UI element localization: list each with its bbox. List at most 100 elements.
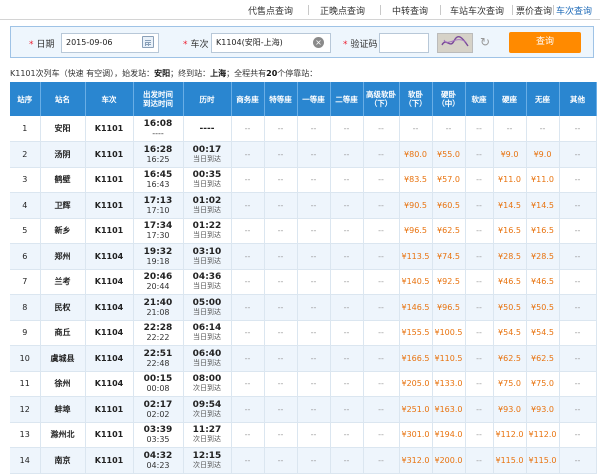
- seat-price: --: [264, 294, 298, 321]
- arrival-day: 当日到达: [193, 180, 221, 189]
- stop-seq: 10: [10, 345, 41, 372]
- stop-seq: 7: [10, 269, 41, 295]
- hard-sleeper-price: ¥194.0: [432, 422, 466, 448]
- summary-prefix: K1101次列车（快速 有空调），始发站：: [10, 69, 155, 78]
- hard-sleeper-price: --: [432, 116, 466, 142]
- train-number: K1104: [85, 294, 134, 321]
- captcha-image[interactable]: [437, 33, 473, 53]
- hard-sleeper-price: ¥62.5: [432, 218, 466, 244]
- seat-price: --: [231, 320, 265, 346]
- table-row: 11 徐州 K1104 00:15 00:08 08:00 次日到达 -- -- -- -- -- ¥2…: [10, 371, 597, 397]
- stop-seq: 6: [10, 243, 41, 270]
- arrival-time: 22:48: [146, 358, 170, 368]
- tab-station-train-query[interactable]: 车站车次查询: [450, 4, 504, 17]
- stop-seq: 4: [10, 192, 41, 219]
- duration: 05:00 当日到达: [183, 294, 232, 321]
- seat-price: --: [264, 116, 298, 142]
- other-price: --: [559, 269, 597, 295]
- standing-price: --: [526, 116, 560, 142]
- hard-sleeper-price: ¥96.5: [432, 294, 466, 321]
- refresh-icon[interactable]: ↻: [480, 35, 490, 49]
- arrival-time: 03:35: [146, 435, 170, 445]
- standing-price: ¥50.5: [526, 294, 560, 321]
- duration: 00:17 当日到达: [183, 141, 232, 168]
- duration: 08:00 次日到达: [183, 371, 232, 397]
- table-row: 8 民权 K1104 21:40 21:08 05:00 当日到达 -- -- -- -- -- ¥14…: [10, 294, 597, 321]
- tab-train-query[interactable]: 车次查询: [556, 4, 592, 17]
- soft-seat-price: --: [465, 345, 494, 372]
- stops-table: 站序 站名 车次 出发时间 到达时间 历时 商务座 特等座 一等座 二等座 高级软卧 （下） 软卧 （下）…: [10, 82, 597, 474]
- seat-price: --: [231, 269, 265, 295]
- departure-time: 20:46: [143, 272, 173, 283]
- soft-seat-price: --: [465, 269, 494, 295]
- departure-time: 16:08: [143, 119, 173, 129]
- arrival-time: 17:10: [146, 205, 170, 215]
- duration-value: 09:54: [192, 399, 222, 410]
- soft-seat-price: --: [465, 192, 494, 219]
- seat-price: --: [264, 345, 298, 372]
- soft-seat-price: --: [465, 141, 494, 168]
- query-panel: * 日期 2015-09-06 * 车次 K1104(安阳-上海) × * 验证码 ↻…: [10, 26, 594, 58]
- column-header: 软座: [465, 82, 494, 116]
- arrival-day: 次日到达: [193, 435, 221, 444]
- dep-arr-time: 20:46 20:44: [133, 269, 184, 295]
- departure-time: 17:13: [143, 195, 173, 206]
- departure-time: 02:17: [143, 399, 173, 410]
- dep-arr-time: 17:34 17:30: [133, 218, 184, 244]
- table-row: 1 安阳 K1101 16:08 ---- ---- -- -- -- -- -- -- -- -- -- -…: [10, 116, 597, 142]
- seat-price: --: [231, 218, 265, 244]
- arrival-day: 当日到达: [193, 333, 221, 342]
- hard-seat-price: ¥112.0: [493, 422, 527, 448]
- hard-sleeper-price: ¥55.0: [432, 141, 466, 168]
- train-number: K1101: [85, 422, 134, 448]
- train-number: K1101: [85, 167, 134, 193]
- query-button[interactable]: 查询: [509, 32, 581, 53]
- tab-fare-query[interactable]: 票价查询: [516, 4, 552, 17]
- table-row: 14 南京 K1101 04:32 04:23 12:15 次日到达 -- -- -- -- -- ¥3…: [10, 447, 597, 474]
- arrival-time: 17:30: [146, 231, 170, 241]
- dep-arr-time: 21:40 21:08: [133, 294, 184, 321]
- table-row: 4 卫辉 K1101 17:13 17:10 01:02 当日到达 -- -- -- -- -- ¥90…: [10, 192, 597, 219]
- tab-transfer-query[interactable]: 中转查询: [392, 4, 428, 17]
- column-header: 历时: [183, 82, 232, 116]
- standing-price: ¥112.0: [526, 422, 560, 448]
- seat-price: --: [363, 345, 400, 372]
- seat-price: --: [264, 396, 298, 423]
- departure-time: 03:39: [143, 425, 173, 436]
- standing-price: ¥16.5: [526, 218, 560, 244]
- seat-price: --: [330, 345, 364, 372]
- train-number: K1104: [85, 243, 134, 270]
- standing-price: ¥11.0: [526, 167, 560, 193]
- clear-icon[interactable]: ×: [313, 37, 324, 48]
- tab-delay-query[interactable]: 正晚点查询: [320, 4, 365, 17]
- dep-arr-time: 22:51 22:48: [133, 345, 184, 372]
- tab-agent-query[interactable]: 代售点查询: [248, 4, 293, 17]
- duration: 01:22 当日到达: [183, 218, 232, 244]
- arrival-time: 16:43: [146, 180, 170, 190]
- column-header: 硬卧 （中）: [432, 82, 466, 116]
- table-row: 7 兰考 K1104 20:46 20:44 04:36 当日到达 -- -- -- -- -- ¥14…: [10, 269, 597, 295]
- station-name: 南京: [40, 447, 86, 474]
- duration-value: 00:35: [192, 170, 222, 181]
- standing-price: ¥62.5: [526, 345, 560, 372]
- soft-seat-price: --: [465, 243, 494, 270]
- calendar-icon[interactable]: [142, 36, 154, 48]
- soft-seat-price: --: [465, 218, 494, 244]
- station-name: 民权: [40, 294, 86, 321]
- captcha-input[interactable]: [379, 33, 429, 53]
- seat-price: --: [363, 218, 400, 244]
- hard-sleeper-price: ¥100.5: [432, 320, 466, 346]
- seat-price: --: [297, 218, 331, 244]
- duration: 06:40 当日到达: [183, 345, 232, 372]
- soft-seat-price: --: [465, 167, 494, 193]
- table-row: 2 汤阴 K1101 16:28 16:25 00:17 当日到达 -- -- -- -- -- ¥80…: [10, 141, 597, 168]
- arrival-time: 22:22: [146, 333, 170, 343]
- duration-value: 05:00: [192, 297, 222, 308]
- arrival-day: 当日到达: [193, 231, 221, 240]
- arrival-day: 当日到达: [193, 205, 221, 214]
- arrival-time: 02:02: [146, 409, 170, 419]
- hard-sleeper-price: ¥74.5: [432, 243, 466, 270]
- other-price: --: [559, 371, 597, 397]
- seat-price: --: [264, 167, 298, 193]
- soft-sleeper-price: ¥140.5: [399, 269, 433, 295]
